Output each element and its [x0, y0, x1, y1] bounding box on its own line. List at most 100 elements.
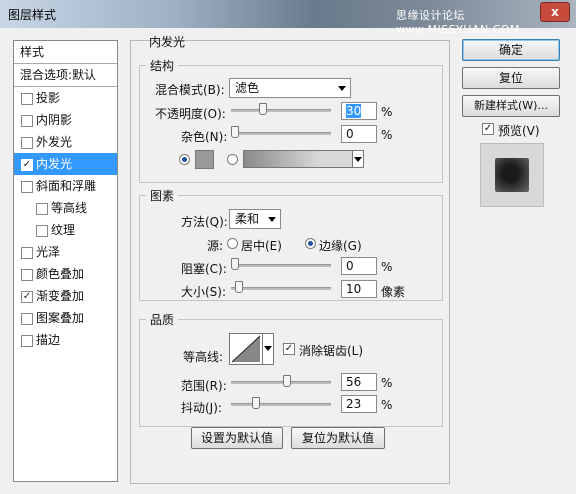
elements-title: 图素 [150, 189, 175, 203]
opacity-slider-thumb[interactable] [259, 103, 267, 115]
style-item-label: 颜色叠加 [36, 267, 85, 281]
style-item-checkbox[interactable] [21, 115, 33, 127]
reset-button[interactable]: 复位 [462, 67, 560, 89]
choke-slider-thumb[interactable] [231, 258, 239, 270]
style-item[interactable]: 斜面和浮雕 [14, 175, 117, 197]
style-item-checkbox[interactable] [21, 269, 33, 281]
jitter-label: 抖动(J): [181, 401, 222, 415]
size-label: 大小(S): [181, 285, 227, 299]
style-item[interactable]: 纹理 [14, 219, 117, 241]
noise-slider[interactable] [231, 126, 331, 140]
solid-color-radio[interactable] [179, 154, 190, 165]
style-item-label: 纹理 [51, 223, 76, 237]
range-label: 范围(R): [181, 379, 227, 393]
size-unit: 像素 [381, 285, 406, 299]
contour-dropdown[interactable] [262, 333, 274, 365]
style-item[interactable]: 描边 [14, 329, 117, 351]
gradient-dropdown[interactable] [352, 150, 364, 168]
style-item-checkbox[interactable] [21, 181, 33, 193]
style-item-checkbox[interactable] [36, 203, 48, 215]
size-slider-thumb[interactable] [235, 281, 243, 293]
noise-unit: % [381, 128, 393, 142]
gradient-swatch[interactable] [243, 150, 353, 168]
styles-list: 样式 混合选项:默认 投影 内阴影 外发光 ✓ 内发光 斜面和浮雕 等高线 纹理 光泽 颜色叠加 ✓… [13, 40, 118, 482]
chevron-down-icon [264, 346, 272, 351]
glow-color-swatch[interactable] [195, 150, 214, 169]
style-item-checkbox[interactable] [36, 225, 48, 237]
preview-label[interactable]: 预览(V) [498, 122, 540, 139]
style-item-label: 投影 [36, 91, 61, 105]
opacity-unit: % [381, 105, 393, 119]
preview-checkbox[interactable]: ✓ [482, 123, 494, 135]
size-slider[interactable] [231, 281, 331, 295]
method-label: 方法(Q): [181, 215, 228, 229]
chevron-down-icon [268, 217, 276, 222]
source-center-label[interactable]: 居中(E) [241, 237, 282, 254]
blend-options-item[interactable]: 混合选项:默认 [14, 64, 117, 87]
choke-value: 0 [346, 259, 354, 273]
style-item-label: 外发光 [36, 135, 73, 149]
close-button[interactable]: x [540, 2, 570, 22]
style-item[interactable]: 图案叠加 [14, 307, 117, 329]
choke-slider[interactable] [231, 258, 331, 272]
style-item-label: 等高线 [51, 201, 88, 215]
contour-picker[interactable] [229, 333, 263, 365]
size-input[interactable]: 10 [341, 280, 377, 298]
choke-label: 阻塞(C): [181, 262, 227, 276]
jitter-slider-thumb[interactable] [252, 397, 260, 409]
range-slider[interactable] [231, 375, 331, 389]
opacity-slider[interactable] [231, 103, 331, 117]
choke-unit: % [381, 260, 393, 274]
blend-mode-select[interactable]: 滤色 [229, 78, 351, 98]
style-item[interactable]: ✓ 内发光 [14, 153, 117, 175]
style-item[interactable]: 投影 [14, 87, 117, 109]
style-item-checkbox[interactable] [21, 335, 33, 347]
source-edge-radio[interactable] [305, 238, 316, 249]
style-item-label: 内发光 [36, 157, 73, 171]
style-item-checkbox[interactable] [21, 137, 33, 149]
ok-button[interactable]: 确定 [462, 39, 560, 61]
style-item[interactable]: 颜色叠加 [14, 263, 117, 285]
style-item-checkbox[interactable] [21, 93, 33, 105]
size-value: 10 [346, 282, 362, 296]
style-item-checkbox[interactable] [21, 247, 33, 259]
style-preview-thumbnail [480, 143, 544, 207]
antialias-checkbox[interactable]: ✓ [283, 343, 295, 355]
style-item-label: 内阴影 [36, 113, 73, 127]
noise-slider-thumb[interactable] [231, 126, 239, 138]
noise-label: 杂色(N): [181, 130, 228, 144]
styles-header: 样式 [14, 41, 117, 64]
noise-input[interactable]: 0 [341, 125, 377, 143]
style-item[interactable]: 光泽 [14, 241, 117, 263]
structure-title: 结构 [150, 59, 175, 73]
style-item[interactable]: 等高线 [14, 197, 117, 219]
chevron-down-icon [354, 157, 362, 162]
method-select[interactable]: 柔和 [229, 209, 281, 229]
antialias-label[interactable]: 消除锯齿(L) [299, 342, 363, 359]
set-default-button[interactable]: 设置为默认值 [191, 427, 283, 449]
reset-default-button[interactable]: 复位为默认值 [291, 427, 385, 449]
jitter-input[interactable]: 23 [341, 395, 377, 413]
style-item-checkbox[interactable] [21, 313, 33, 325]
new-style-button[interactable]: 新建样式(W)... [462, 95, 560, 117]
style-item[interactable]: ✓ 渐变叠加 [14, 285, 117, 307]
style-item[interactable]: 内阴影 [14, 109, 117, 131]
style-item-checkbox[interactable]: ✓ [21, 159, 33, 171]
source-edge-label[interactable]: 边缘(G) [319, 237, 362, 254]
range-input[interactable]: 56 [341, 373, 377, 391]
style-item-label: 描边 [36, 333, 61, 347]
opacity-input[interactable]: 30 [341, 102, 377, 120]
choke-input[interactable]: 0 [341, 257, 377, 275]
style-item-label: 图案叠加 [36, 311, 85, 325]
range-slider-thumb[interactable] [283, 375, 291, 387]
style-item[interactable]: 外发光 [14, 131, 117, 153]
range-unit: % [381, 376, 393, 390]
gradient-radio[interactable] [227, 154, 238, 165]
style-item-checkbox[interactable]: ✓ [21, 291, 33, 303]
source-center-radio[interactable] [227, 238, 238, 249]
jitter-slider[interactable] [231, 397, 331, 411]
contour-label: 等高线: [183, 350, 224, 364]
range-value: 56 [346, 375, 362, 389]
style-item-label: 斜面和浮雕 [36, 179, 97, 193]
blend-mode-label: 混合模式(B): [155, 83, 225, 97]
